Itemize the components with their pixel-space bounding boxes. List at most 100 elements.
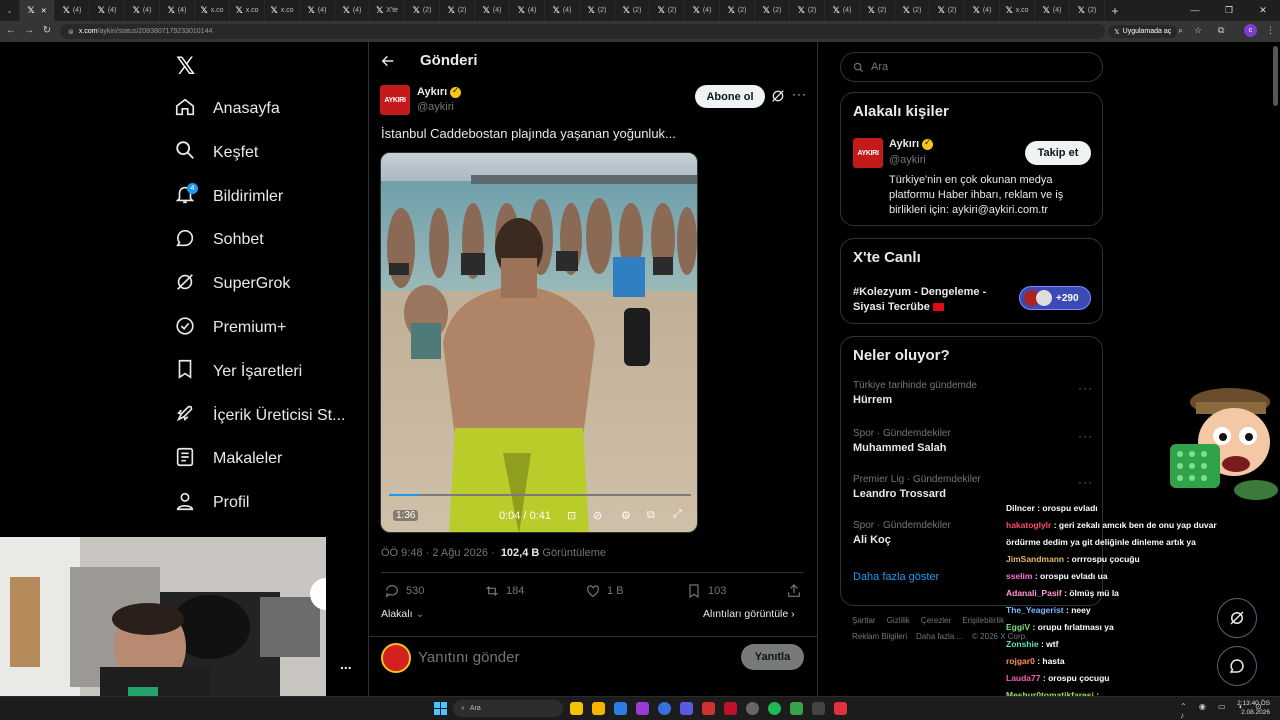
- captions-icon[interactable]: ⊡: [567, 509, 576, 522]
- back-icon[interactable]: ←: [2, 25, 20, 36]
- edge-icon[interactable]: [614, 702, 627, 715]
- browser-tab[interactable]: 𝕏 (2): [755, 0, 790, 21]
- browser-tab[interactable]: 𝕏 (4): [1035, 0, 1070, 21]
- footer-link[interactable]: Gizlilik: [887, 616, 910, 625]
- browser-tab[interactable]: 𝕏 (4): [55, 0, 90, 21]
- trend-item[interactable]: Spor · Gündemdekiler Muhammed Salah: [853, 428, 951, 454]
- post-time[interactable]: ÖÖ 9:48 · 2 Ağu 2026 ·: [381, 547, 495, 559]
- x-logo-icon[interactable]: 𝕏: [176, 52, 195, 80]
- browser-tab[interactable]: 𝕏 (2): [720, 0, 755, 21]
- subscribe-button[interactable]: Abone ol: [695, 85, 765, 108]
- reply-action[interactable]: 530: [384, 583, 424, 599]
- browser-tab[interactable]: 𝕏 (4): [510, 0, 545, 21]
- app-icon[interactable]: [702, 702, 715, 715]
- taskbar-clock[interactable]: 2:13:40 ÖS 2.08.2026: [1237, 699, 1270, 717]
- fullscreen-icon[interactable]: ⤢: [673, 508, 682, 521]
- browser-tab[interactable]: 𝕏x.co: [230, 0, 265, 21]
- picture-in-picture-icon[interactable]: ⧉: [647, 509, 655, 522]
- back-arrow-icon[interactable]: [380, 53, 396, 69]
- nav-item-home[interactable]: Anasayfa: [174, 94, 280, 124]
- browser-tab[interactable]: 𝕏 (4): [335, 0, 370, 21]
- app-icon[interactable]: [658, 702, 671, 715]
- browser-tab[interactable]: 𝕏 (2): [440, 0, 475, 21]
- profile-avatar-icon[interactable]: c: [1244, 24, 1257, 37]
- footer-link[interactable]: Erişilebilirlik: [962, 616, 1004, 625]
- browser-tab[interactable]: 𝕏 (2): [580, 0, 615, 21]
- video-player[interactable]: 1:36 0:04 / 0:41 ⊡ ⊘ ⚙ ⧉ ⤢: [380, 152, 698, 533]
- reply-button[interactable]: Yanıtla: [741, 644, 804, 670]
- author-avatar[interactable]: AYKIRI: [380, 85, 410, 115]
- close-tab-icon[interactable]: ✕: [41, 7, 47, 15]
- browser-menu-icon[interactable]: ⋮: [1266, 25, 1275, 36]
- app-icon[interactable]: [812, 702, 825, 715]
- author-handle[interactable]: @aykiri: [417, 101, 454, 113]
- browser-tab[interactable]: 𝕏 (2): [790, 0, 825, 21]
- zoom-icon[interactable]: ⌕: [1178, 25, 1183, 36]
- grok-float-button[interactable]: [1217, 598, 1257, 638]
- browser-tab[interactable]: 𝕏 (2): [860, 0, 895, 21]
- open-in-app-button[interactable]: 𝕏 Uygulamada aç: [1108, 25, 1178, 38]
- file-explorer-icon[interactable]: [592, 702, 605, 715]
- restore-icon[interactable]: ❐: [1212, 0, 1246, 21]
- browser-tab[interactable]: 𝕏 (4): [685, 0, 720, 21]
- author-name-row[interactable]: Aykırı: [417, 86, 462, 98]
- repost-action[interactable]: 184: [484, 583, 524, 599]
- show-more-link[interactable]: Daha fazla göster: [853, 571, 939, 583]
- browser-tab[interactable]: 𝕏x.co: [265, 0, 300, 21]
- footer-link[interactable]: Çerezler: [921, 616, 951, 625]
- obs-icon[interactable]: [746, 702, 759, 715]
- browser-tab[interactable]: 𝕏 (2): [405, 0, 440, 21]
- spotify-icon[interactable]: [768, 702, 781, 715]
- browser-tab[interactable]: 𝕏 (2): [930, 0, 965, 21]
- app-icon[interactable]: [636, 702, 649, 715]
- nav-item-article[interactable]: Makaleler: [174, 444, 282, 474]
- browser-tab[interactable]: 𝕏 (4): [965, 0, 1000, 21]
- mute-icon[interactable]: ⊘: [593, 509, 602, 522]
- nav-item-profile[interactable]: Profil: [174, 488, 249, 518]
- messages-float-button[interactable]: [1217, 646, 1257, 686]
- grok-icon[interactable]: [770, 88, 786, 104]
- browser-tab[interactable]: 𝕏 (4): [475, 0, 510, 21]
- share-icon[interactable]: [786, 583, 802, 599]
- browser-tab[interactable]: 𝕏 (2): [895, 0, 930, 21]
- live-listeners[interactable]: +290: [1019, 286, 1091, 310]
- trend-item[interactable]: Premier Lig · Gündemdekiler Leandro Tross…: [853, 474, 981, 500]
- url-field[interactable]: ⊜ x.com/aykiri/status/208380717923301014…: [60, 24, 1105, 39]
- discord-icon[interactable]: [680, 702, 693, 715]
- search-field[interactable]: Ara: [840, 52, 1103, 82]
- browser-tab[interactable]: 𝕏 (2): [650, 0, 685, 21]
- app-icon[interactable]: [834, 702, 847, 715]
- trend-more-icon[interactable]: ···: [1078, 475, 1093, 489]
- chrome-icon[interactable]: [570, 702, 583, 715]
- bookmark-action[interactable]: 103: [686, 583, 726, 599]
- related-avatar[interactable]: AYKIRI: [853, 138, 883, 168]
- more-options-icon[interactable]: ···: [792, 87, 807, 101]
- view-quotes-link[interactable]: Alıntıları görüntüle ›: [703, 608, 795, 620]
- browser-tab[interactable]: 𝕏x.co: [195, 0, 230, 21]
- page-scrollbar-thumb[interactable]: [1273, 46, 1278, 106]
- browser-tab[interactable]: 𝕏 (4): [90, 0, 125, 21]
- nav-item-premium[interactable]: Premium+: [174, 313, 286, 343]
- browser-tab[interactable]: 𝕏 X'te: [370, 0, 405, 21]
- browser-tab[interactable]: 𝕏 (4): [160, 0, 195, 21]
- star-icon[interactable]: ☆: [1194, 25, 1202, 36]
- taskbar-search[interactable]: ⌕ Ara: [453, 700, 563, 717]
- footer-link[interactable]: Daha fazla ...: [916, 632, 963, 641]
- nav-item-grok[interactable]: SuperGrok: [174, 269, 290, 299]
- windows-start-icon[interactable]: [434, 702, 447, 715]
- browser-tab[interactable]: 𝕏 (4): [545, 0, 580, 21]
- related-dropdown[interactable]: Alakalı ⌄: [381, 608, 424, 620]
- related-name-row[interactable]: Aykırı: [889, 138, 934, 150]
- browser-tab[interactable]: 𝕏 (4): [125, 0, 160, 21]
- nav-item-rocket[interactable]: İçerik Üreticisi St...: [174, 401, 345, 431]
- related-handle[interactable]: @aykiri: [889, 154, 926, 166]
- nav-item-bookmark[interactable]: Yer İşaretleri: [174, 357, 302, 387]
- browser-tab[interactable]: 𝕏 (4): [825, 0, 860, 21]
- browser-tab-active[interactable]: 𝕏 ✕: [20, 0, 55, 21]
- trend-more-icon[interactable]: ···: [1078, 429, 1093, 443]
- follow-button[interactable]: Takip et: [1025, 141, 1091, 165]
- trend-item[interactable]: Türkiye tarihinde gündemde Hürrem: [853, 380, 977, 406]
- close-window-icon[interactable]: ✕: [1246, 0, 1280, 21]
- nav-item-bell[interactable]: 4 Bildirimler: [174, 182, 283, 212]
- browser-tab[interactable]: 𝕏 (2): [1070, 0, 1105, 21]
